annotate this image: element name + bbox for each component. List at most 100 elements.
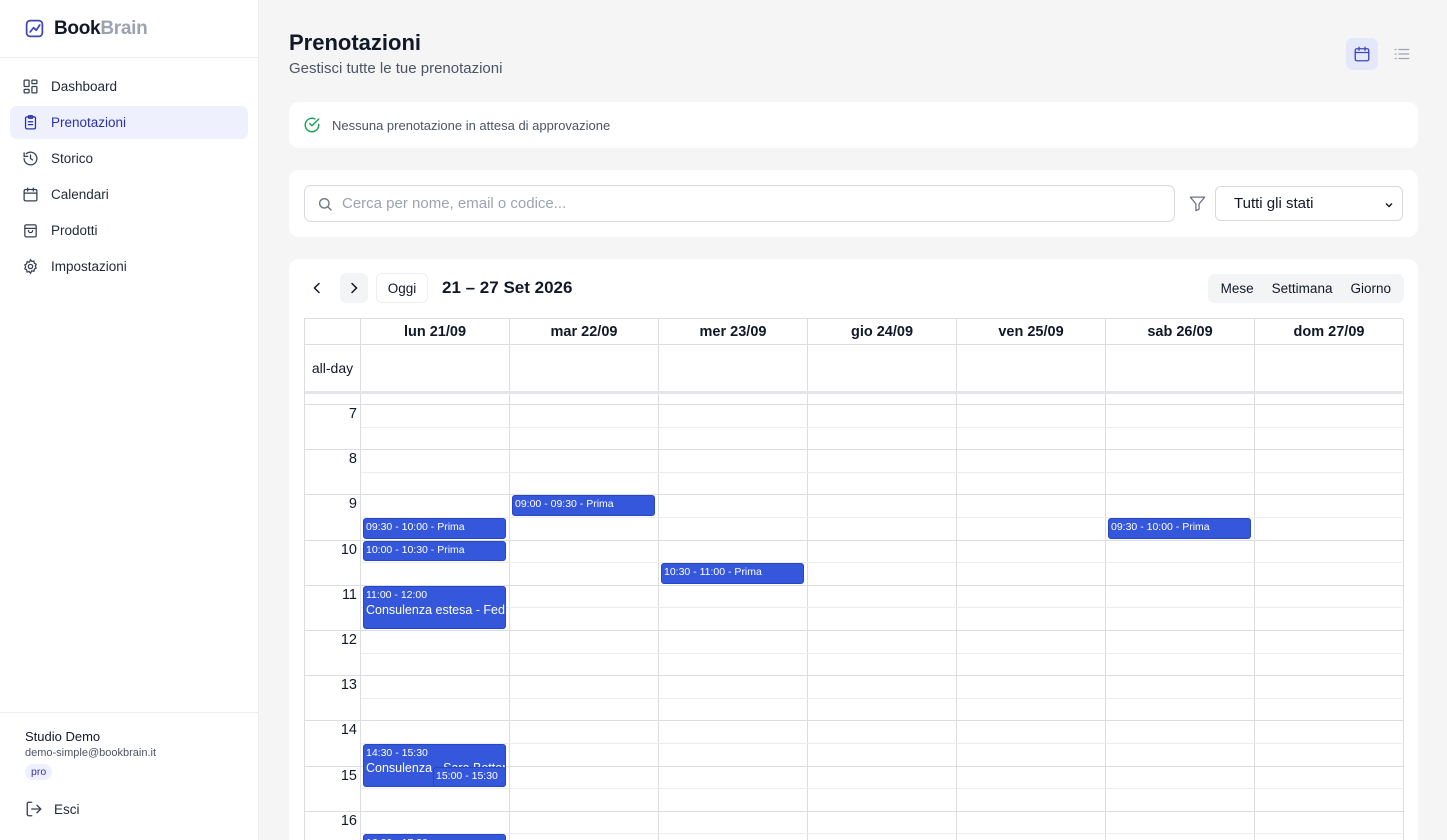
day-header[interactable]: ven 25/09 [957, 319, 1106, 345]
hour-label: 10 [340, 541, 357, 558]
sidebar-item-label: Impostazioni [51, 259, 127, 274]
hour-line [305, 720, 1404, 722]
hour-label: 9 [348, 496, 357, 513]
all-day-cell[interactable] [1255, 345, 1404, 391]
view-day-button[interactable]: Giorno [1341, 274, 1400, 303]
half-hour-line [361, 426, 1404, 428]
brand[interactable]: BookBrain [0, 0, 258, 58]
hour-label: 13 [340, 677, 357, 694]
half-hour-line [361, 652, 1404, 654]
list-icon [1394, 48, 1410, 60]
chevron-down-icon [1385, 203, 1393, 208]
booking-event[interactable]: 10:30 - 11:00 - Prima [661, 563, 804, 584]
hour-line [305, 449, 1404, 451]
prev-week-button[interactable] [303, 273, 331, 303]
sidebar-item-label: Storico [51, 151, 94, 166]
half-hour-line [361, 607, 1404, 609]
day-header[interactable]: gio 24/09 [808, 319, 957, 345]
list-view-button[interactable] [1386, 38, 1418, 70]
calendar-range-title: 21 – 27 Set 2026 [442, 278, 573, 297]
search-input[interactable] [342, 195, 1142, 212]
sidebar-item-label: Calendari [51, 187, 109, 202]
sidebar-item-impostazioni[interactable]: Impostazioni [10, 250, 248, 283]
page-subtitle: Gestisci tutte le tue prenotazioni [289, 60, 503, 77]
chevron-left-icon [313, 282, 320, 294]
event-time: 09:30 - 10:00 - Prima [366, 521, 465, 533]
event-time: 10:30 - 11:00 - Prima [664, 566, 762, 579]
calendar-icon [1354, 46, 1370, 62]
event-title: Consulenza estesa - Federica Greco [366, 602, 505, 617]
event-time: 10:00 - 10:30 - Prima [366, 543, 465, 556]
search-icon [319, 197, 332, 211]
calendar-view-button[interactable] [1346, 38, 1378, 70]
logout-button[interactable]: Esci [25, 800, 258, 818]
all-day-cell[interactable] [659, 345, 808, 391]
booking-event[interactable]: 09:00 - 09:30 - Prima [512, 495, 655, 516]
hour-line [305, 404, 1404, 405]
sidebar-item-prodotti[interactable]: Prodotti [10, 214, 248, 247]
all-day-cell[interactable] [957, 345, 1106, 391]
booking-event[interactable]: 16:30 - 17:30 [363, 834, 506, 840]
column-divider [807, 394, 808, 840]
booking-event[interactable]: 11:00 - 12:00Consulenza estesa - Federic… [363, 585, 506, 629]
status-select-value: Tutti gli stati [1234, 195, 1314, 212]
gear-icon [24, 258, 37, 275]
all-day-cell[interactable] [808, 345, 957, 391]
day-header[interactable]: lun 21/09 [361, 319, 510, 345]
view-month-button[interactable]: Mese [1212, 274, 1263, 303]
user-email: demo-simple@bookbrain.it [25, 747, 157, 759]
hour-label: 16 [340, 812, 357, 829]
all-day-cell[interactable] [1106, 345, 1255, 391]
column-divider [1254, 394, 1255, 840]
hour-line [305, 630, 1404, 631]
event-time: 09:00 - 09:30 - Prima [515, 498, 614, 511]
half-hour-line [361, 562, 1404, 564]
next-week-button[interactable] [340, 273, 368, 303]
half-hour-line [361, 743, 1404, 744]
time-axis-header [305, 319, 361, 345]
sidebar-item-storico[interactable]: Storico [10, 142, 248, 175]
hour-line [305, 675, 1404, 677]
history-icon [23, 151, 38, 166]
calendar-view-switcher: Mese Settimana Giorno [1207, 274, 1404, 303]
booking-event[interactable]: 09:30 - 10:00 - Prima [363, 518, 506, 539]
sidebar: BookBrain Dashboard Prenotazioni Storico… [0, 0, 259, 840]
column-divider [1403, 394, 1404, 840]
booking-event[interactable]: 10:00 - 10:30 - Prima [363, 540, 506, 562]
view-week-button[interactable]: Settimana [1263, 274, 1342, 303]
sidebar-nav: Dashboard Prenotazioni Storico Calendari… [0, 58, 258, 283]
day-header[interactable]: mar 22/09 [510, 319, 659, 345]
day-header[interactable]: mer 23/09 [659, 319, 808, 345]
shopping-bag-icon [24, 224, 37, 238]
dashboard-icon [23, 79, 38, 94]
day-header[interactable]: sab 26/09 [1106, 319, 1255, 345]
half-hour-line [361, 697, 1404, 699]
calendar-icon [23, 187, 38, 202]
notice-text: Nessuna prenotazione in attesa di approv… [332, 117, 611, 133]
brain-logo-icon [25, 19, 44, 38]
sidebar-item-prenotazioni[interactable]: Prenotazioni [10, 106, 248, 139]
event-time: 09:30 - 10:00 - Prima [1111, 521, 1210, 533]
booking-event[interactable]: 09:30 - 10:00 - Prima [1108, 518, 1251, 539]
column-divider [658, 394, 659, 840]
all-day-cell[interactable] [361, 345, 510, 391]
brand-name: BookBrain [54, 17, 148, 39]
sidebar-item-label: Prodotti [51, 223, 98, 238]
today-button[interactable]: Oggi [376, 273, 428, 303]
status-select[interactable]: Tutti gli stati [1215, 186, 1403, 221]
hour-line [305, 810, 1404, 812]
column-divider [509, 394, 510, 840]
filter-icon [1189, 196, 1206, 212]
sidebar-item-dashboard[interactable]: Dashboard [10, 70, 248, 103]
sidebar-item-calendari[interactable]: Calendari [10, 178, 248, 211]
booking-event[interactable]: 15:00 - 15:30 [433, 766, 506, 788]
user-name: Studio Demo [25, 729, 101, 744]
half-hour-line [361, 471, 1404, 473]
main-content: Prenotazioni Gestisci tutte le tue preno… [259, 0, 1447, 840]
filters-bar: Tutti gli stati [289, 170, 1418, 237]
hour-label: 7 [348, 406, 357, 422]
column-divider [1105, 394, 1106, 840]
all-day-cell[interactable] [510, 345, 659, 391]
day-header[interactable]: dom 27/09 [1255, 319, 1404, 345]
chevron-right-icon [351, 282, 358, 294]
